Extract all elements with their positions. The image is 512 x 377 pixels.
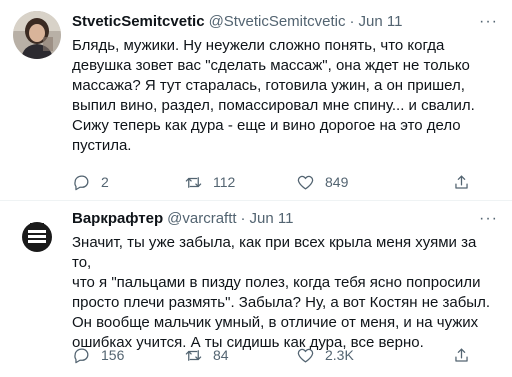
tweet[interactable]: StveticSemitcvetic @StveticSemitcvetic ·…: [0, 0, 512, 200]
reply-button[interactable]: 2: [72, 170, 109, 194]
share-button[interactable]: [452, 170, 471, 194]
tweet-text: Значит, ты уже забыла, как при всех крыл…: [72, 234, 491, 351]
retweet-button[interactable]: 84: [184, 343, 229, 367]
tweet-text: Блядь, мужики. Ну неужели сложно понять,…: [72, 37, 475, 154]
more-options-icon[interactable]: ···: [479, 209, 498, 229]
reply-count: 156: [101, 347, 125, 363]
tweet-header: Варкрафтер @varcraftt · Jun 11 ···: [72, 209, 498, 229]
separator-dot: ·: [240, 210, 246, 227]
share-icon: [455, 348, 468, 362]
avatar[interactable]: [13, 213, 61, 261]
more-options-icon[interactable]: ···: [479, 12, 498, 32]
retweet-icon: [185, 349, 202, 361]
tweet-date[interactable]: Jun 11: [250, 209, 294, 229]
share-icon: [455, 175, 468, 189]
tweet-actions: 2 112 849: [72, 170, 502, 194]
tweet-date[interactable]: Jun 11: [359, 12, 403, 32]
user-handle[interactable]: @StveticSemitcvetic: [209, 12, 346, 32]
retweet-count: 112: [213, 174, 236, 190]
reply-button[interactable]: 156: [72, 343, 124, 367]
reply-icon: [74, 348, 89, 363]
separator-dot: ·: [349, 13, 355, 30]
retweet-icon: [185, 176, 202, 188]
user-handle[interactable]: @varcraftt: [167, 209, 236, 229]
display-name[interactable]: Варкрафтер: [72, 209, 163, 229]
like-icon: [297, 175, 314, 189]
tweet-actions: 156 84 2.3K: [72, 343, 502, 367]
share-button[interactable]: [452, 343, 471, 367]
retweet-count: 84: [213, 347, 229, 363]
tweet-header: StveticSemitcvetic @StveticSemitcvetic ·…: [72, 12, 498, 32]
like-count: 2.3K: [325, 347, 354, 363]
reply-count: 2: [101, 174, 109, 190]
like-icon: [297, 348, 314, 362]
like-count: 849: [325, 174, 349, 190]
tweet[interactable]: Варкрафтер @varcraftt · Jun 11 ··· Значи…: [0, 200, 512, 377]
reply-icon: [74, 175, 89, 190]
avatar[interactable]: [13, 11, 61, 59]
like-button[interactable]: 2.3K: [296, 343, 354, 367]
retweet-button[interactable]: 112: [184, 170, 235, 194]
display-name[interactable]: StveticSemitcvetic: [72, 12, 205, 32]
like-button[interactable]: 849: [296, 170, 348, 194]
